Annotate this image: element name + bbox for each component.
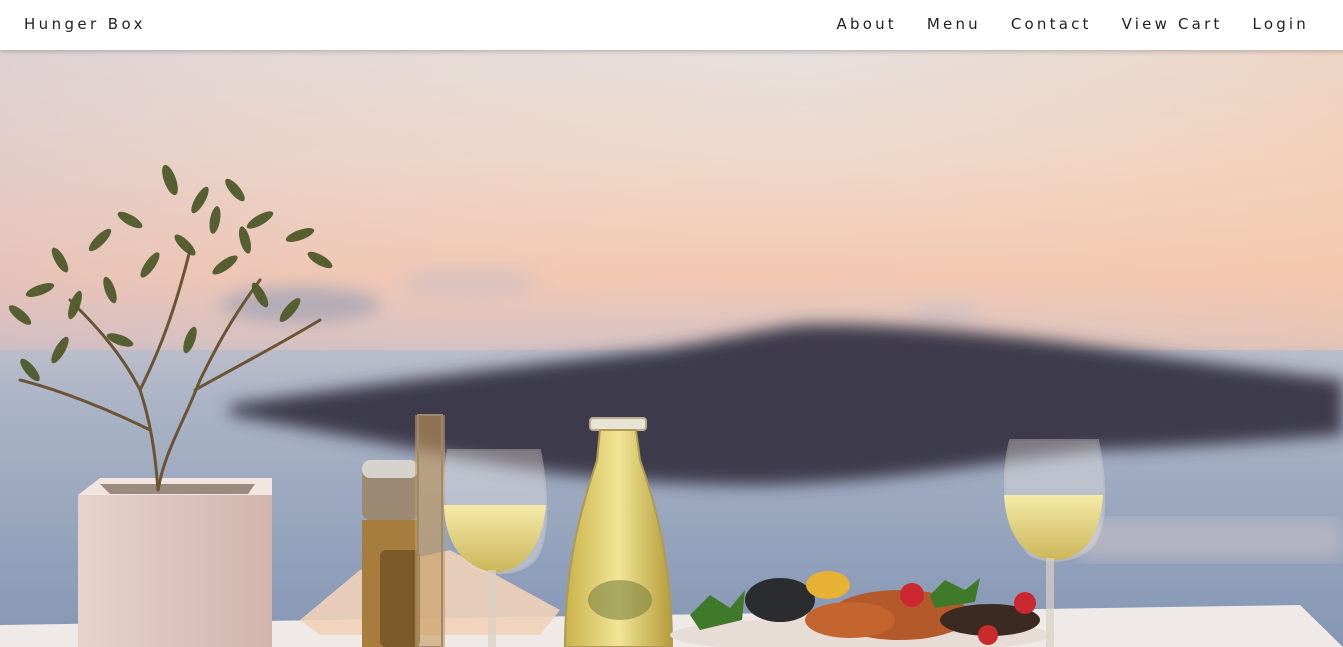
hero-banner bbox=[0, 50, 1343, 647]
nav-links: About Menu Contact View Cart Login bbox=[807, 15, 1309, 33]
top-navbar: Hunger Box About Menu Contact View Cart … bbox=[0, 0, 1343, 50]
nav-link-contact[interactable]: Contact bbox=[1011, 15, 1092, 33]
nav-link-login[interactable]: Login bbox=[1253, 15, 1309, 33]
nav-link-view-cart[interactable]: View Cart bbox=[1122, 15, 1223, 33]
nav-link-about[interactable]: About bbox=[837, 15, 897, 33]
brand-logo-link[interactable]: Hunger Box bbox=[24, 15, 146, 33]
nav-link-menu[interactable]: Menu bbox=[927, 15, 981, 33]
hero-image bbox=[0, 50, 1343, 647]
